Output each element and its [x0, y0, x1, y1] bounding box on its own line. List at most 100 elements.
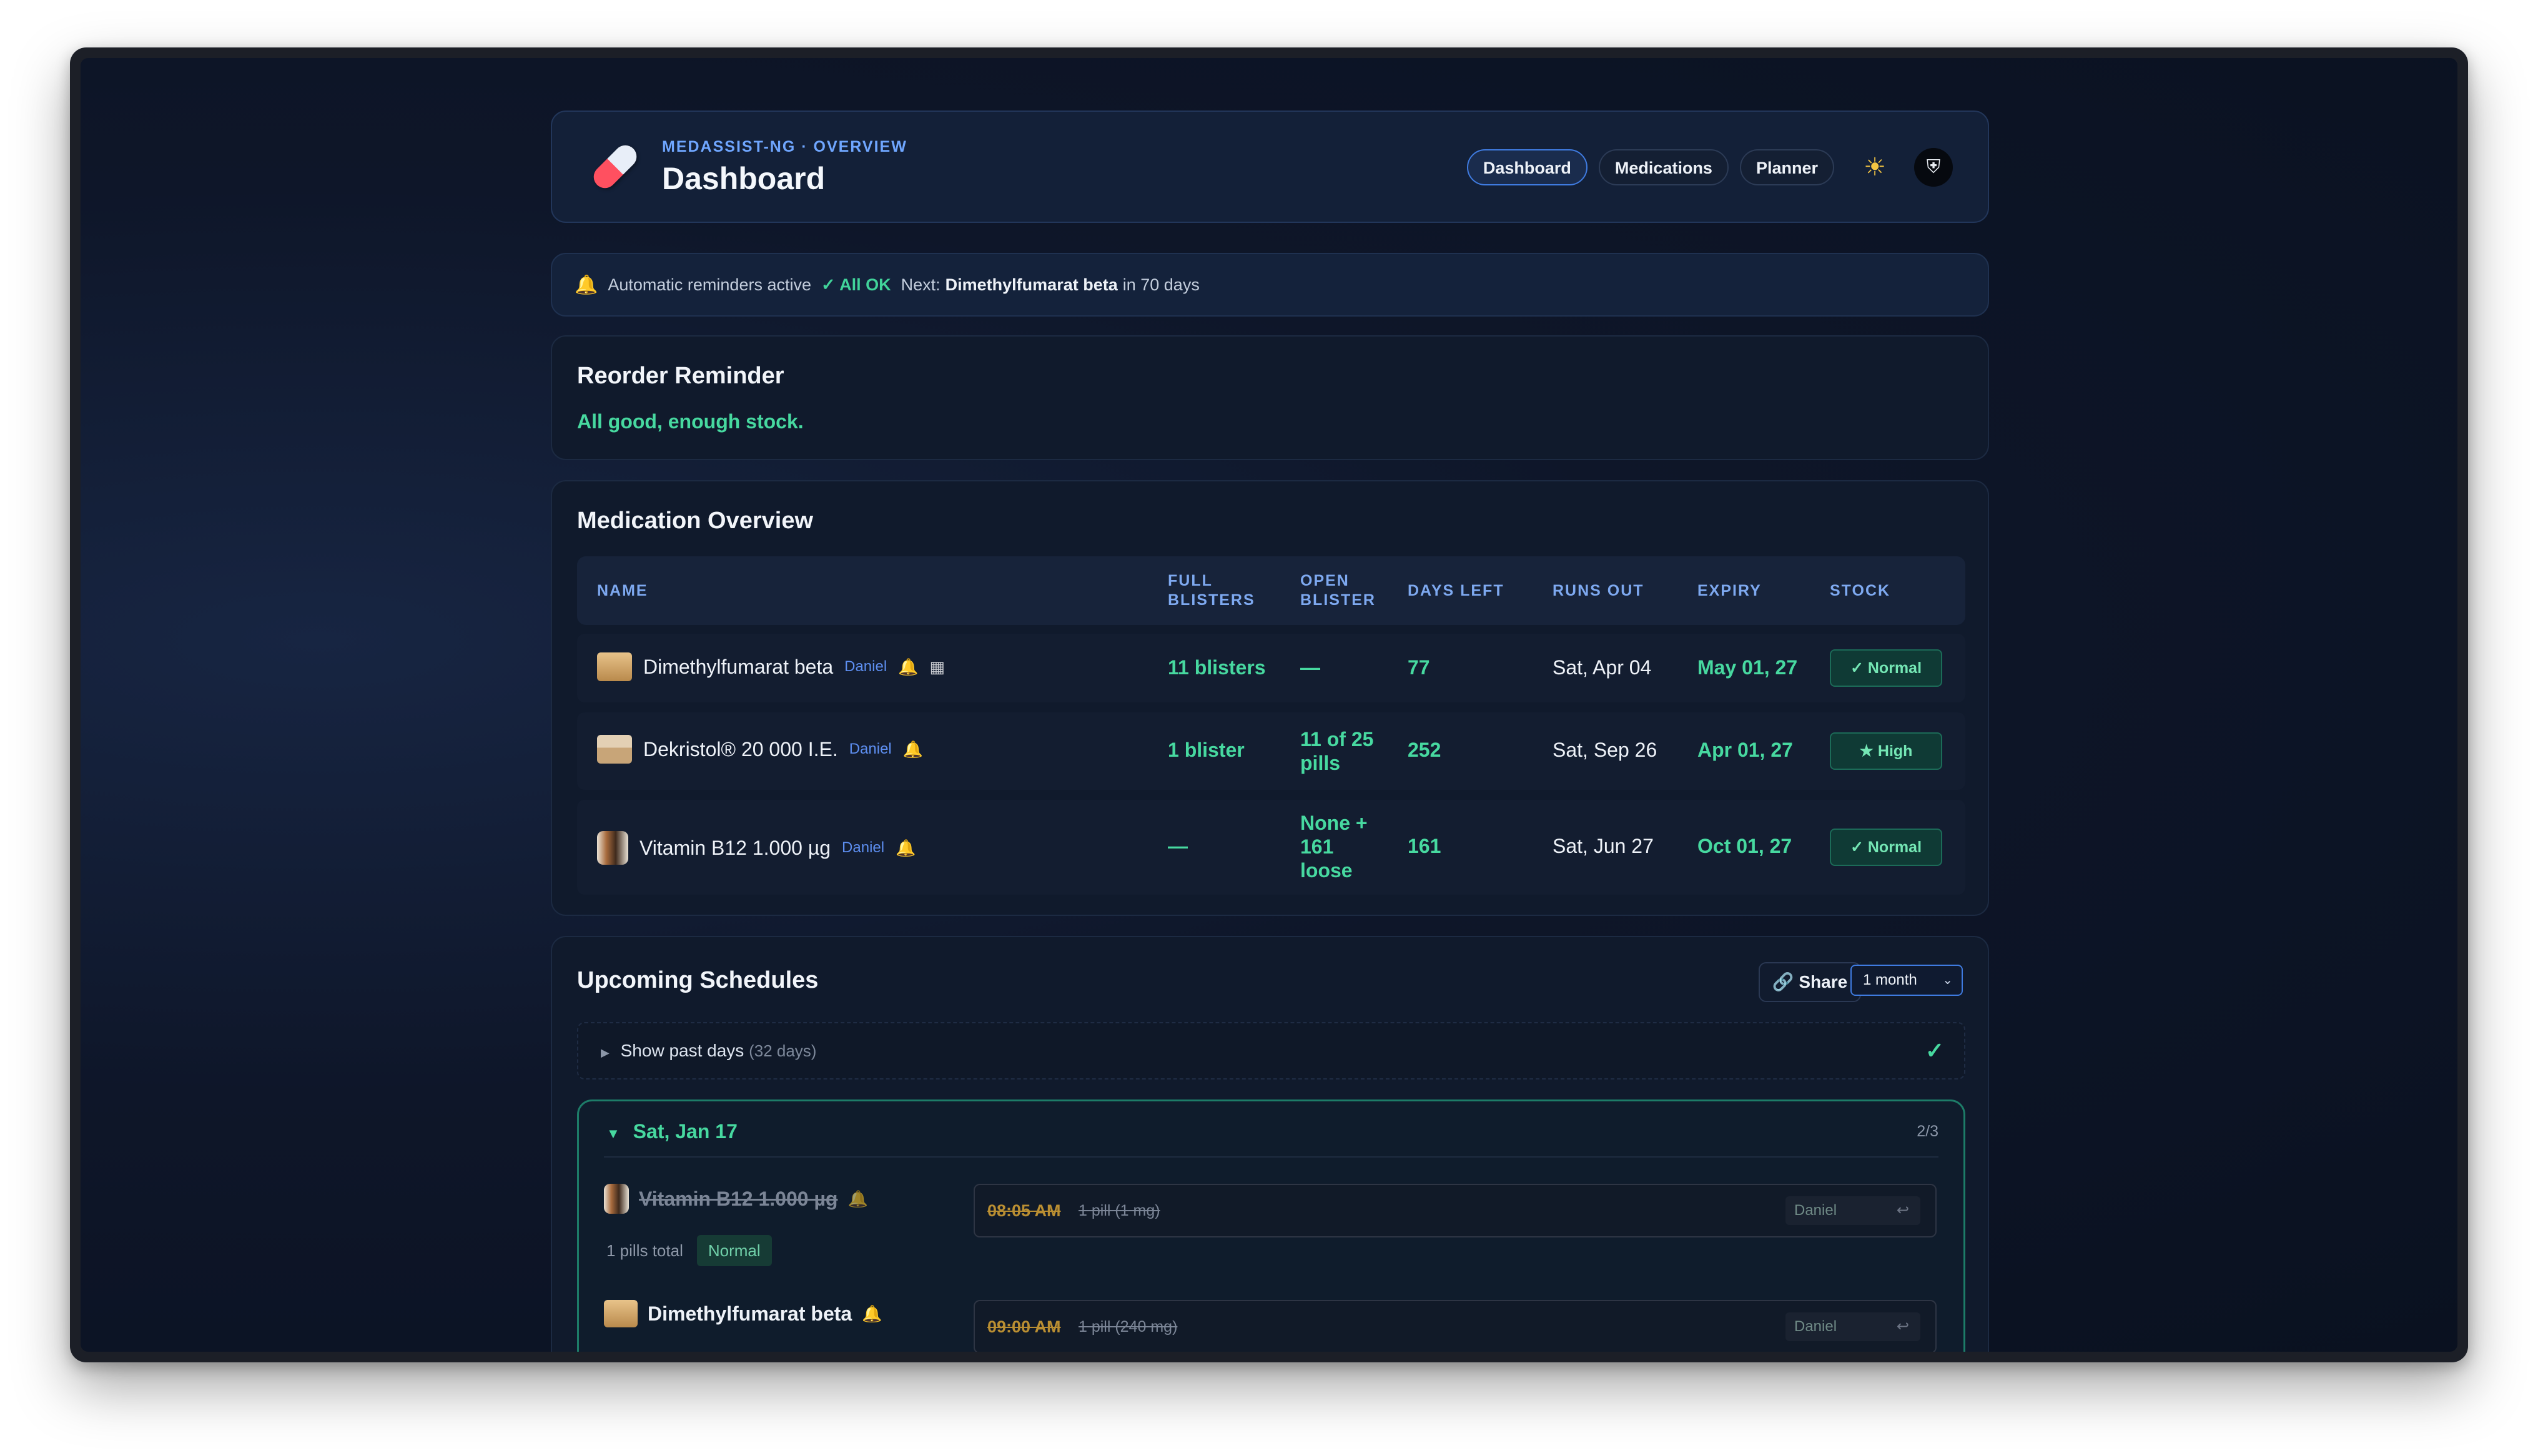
page-header: MEDASSIST-NG · OVERVIEW Dashboard Dashbo… [551, 111, 1989, 223]
divider [604, 1156, 1938, 1158]
dose-time: 08:05 AM [987, 1201, 1061, 1220]
med-name[interactable]: Vitamin B12 1.000 µg [639, 837, 831, 860]
next-when: in 70 days [1122, 275, 1200, 294]
stock-badge: ✓ Normal [1830, 829, 1942, 866]
bell-icon: 🔔 [902, 739, 924, 759]
col-days-left: DAYS LEFT [1408, 582, 1504, 599]
box-icon [597, 735, 632, 764]
show-past-days-toggle[interactable]: ▶ Show past days (32 days) ✓ [577, 1022, 1965, 1080]
med-name-cell: Dimethylfumarat beta Daniel 🔔 ▦ [597, 652, 945, 681]
share-label: Share [1799, 972, 1848, 991]
col-name: NAME [597, 582, 648, 599]
open-blister: 11 of 25 pills [1300, 728, 1374, 774]
range-select[interactable]: 1 month ⌄ [1850, 965, 1963, 996]
chevron-down-icon: ⌄ [1942, 973, 1953, 987]
bell-icon: 🔔 [575, 274, 598, 295]
page-title: Dashboard [662, 161, 826, 196]
pill-logo-icon [589, 140, 641, 193]
col-open-blister: OPEN BLISTER [1300, 572, 1376, 609]
undo-icon[interactable]: ↩ [1897, 1312, 1909, 1341]
col-runs-out: RUNS OUT [1553, 582, 1644, 599]
nav-medications-button[interactable]: Medications [1598, 149, 1729, 185]
day-progress: 2/3 [1917, 1123, 1938, 1140]
schedule-entry-name: Dimethylfumarat beta 🔔 [604, 1300, 882, 1327]
full-blisters: 11 blisters [1168, 656, 1266, 679]
entry-meta: 1 pills total Normal [606, 1235, 772, 1266]
dose-owner: Daniel [1794, 1202, 1837, 1219]
overview-title: Medication Overview [577, 508, 814, 534]
full-blisters: 1 blister [1168, 739, 1245, 761]
box-icon [604, 1300, 638, 1327]
next-label: Next: [901, 275, 941, 294]
undo-icon[interactable]: ↩ [1897, 1196, 1909, 1225]
bell-icon: 🔔 [898, 657, 919, 676]
med-name-cell: Dekristol® 20 000 I.E. Daniel 🔔 [597, 735, 923, 764]
caret-right-icon: ▶ [601, 1046, 610, 1059]
expiry: Apr 01, 27 [1697, 739, 1793, 761]
runs-out: Sat, Sep 26 [1553, 739, 1657, 761]
table-row[interactable]: Vitamin B12 1.000 µg Daniel 🔔 — None + 1… [577, 800, 1965, 895]
table-row[interactable]: Dimethylfumarat beta Daniel 🔔 ▦ 11 blist… [577, 634, 1965, 702]
link-icon: 🔗 [1772, 972, 1794, 991]
past-days-label: ▶ Show past days (32 days) [601, 1023, 816, 1078]
bell-icon: 🔔 [896, 838, 916, 857]
dose-time: 09:00 AM [987, 1317, 1061, 1336]
schedule-entry-name: Vitamin B12 1.000 µg 🔔 [604, 1184, 868, 1214]
stock-tag: Normal [696, 1235, 772, 1266]
dose-amount: 1 pill (1 mg) [1079, 1202, 1160, 1219]
bottle-icon [604, 1184, 629, 1214]
share-button[interactable]: 🔗 Share [1759, 962, 1861, 1002]
table-header: NAME FULL BLISTERS OPEN BLISTER DAYS LEF… [577, 556, 1965, 625]
dose-owner: Daniel [1794, 1318, 1837, 1335]
owner-tag: Daniel [842, 839, 885, 856]
stock-badge: ✓ Normal [1830, 649, 1942, 687]
med-name: Dimethylfumarat beta [648, 1302, 852, 1325]
open-blister: None + 161 loose [1300, 812, 1368, 882]
reorder-title: Reorder Reminder [577, 363, 784, 389]
app-window: MEDASSIST-NG · OVERVIEW Dashboard Dashbo… [70, 47, 2468, 1362]
med-name: Vitamin B12 1.000 µg [639, 1187, 838, 1210]
ok-status: ✓ All OK [821, 275, 891, 294]
caret-down-icon: ▼ [606, 1126, 620, 1141]
med-name[interactable]: Dekristol® 20 000 I.E. [643, 738, 838, 761]
full-blisters: — [1168, 835, 1188, 857]
col-expiry: EXPIRY [1697, 582, 1762, 599]
user-avatar-icon[interactable]: ⛨ [1914, 148, 1953, 187]
reorder-message: All good, enough stock. [577, 410, 804, 433]
owner-tag: Daniel [849, 740, 892, 757]
dose-amount: 1 pill (240 mg) [1079, 1318, 1178, 1335]
top-nav: Dashboard Medications Planner ☀ ⛨ [1466, 148, 1953, 187]
schedules-title: Upcoming Schedules [577, 967, 819, 993]
days-left: 77 [1408, 656, 1430, 679]
dose-slot[interactable]: 08:05 AM 1 pill (1 mg) Daniel ↩ [974, 1184, 1937, 1237]
dose-owner-chip: Daniel ↩ [1785, 1196, 1920, 1225]
med-name[interactable]: Dimethylfumarat beta [643, 656, 833, 679]
runs-out: Sat, Apr 04 [1553, 656, 1652, 679]
med-name-cell: Vitamin B12 1.000 µg Daniel 🔔 [597, 831, 916, 865]
past-label: Show past days [620, 1041, 744, 1060]
next-med-name: Dimethylfumarat beta [945, 275, 1118, 294]
table-row[interactable]: Dekristol® 20 000 I.E. Daniel 🔔 1 bliste… [577, 712, 1965, 790]
dose-owner-chip: Daniel ↩ [1785, 1312, 1920, 1341]
bottle-icon [597, 831, 628, 865]
reminder-banner: 🔔 Automatic reminders active ✓ All OK Ne… [551, 253, 1989, 317]
col-full-blisters: FULL BLISTERS [1168, 572, 1255, 609]
dose-slot[interactable]: 09:00 AM 1 pill (240 mg) Daniel ↩ [974, 1300, 1937, 1352]
range-value: 1 month [1863, 971, 1917, 988]
stock-badge: ★ High [1830, 732, 1942, 770]
nav-dashboard-button[interactable]: Dashboard [1466, 149, 1587, 185]
day-header[interactable]: ▼ Sat, Jan 17 [606, 1120, 738, 1143]
nav-planner-button[interactable]: Planner [1739, 149, 1834, 185]
days-left: 252 [1408, 739, 1441, 761]
theme-toggle-sun-icon[interactable]: ☀ [1857, 149, 1893, 185]
owner-tag: Daniel [844, 658, 887, 675]
checkmark-icon: ✓ [1925, 1038, 1944, 1063]
reorder-reminder-card: Reorder Reminder All good, enough stock. [551, 335, 1989, 460]
box-icon [597, 652, 632, 681]
open-blister: — [1300, 656, 1320, 679]
col-stock: STOCK [1830, 582, 1891, 599]
day-group: ▼ Sat, Jan 17 2/3 Vitamin B12 1.000 µg 🔔… [577, 1099, 1965, 1352]
expiry: May 01, 27 [1697, 656, 1798, 679]
upcoming-schedules-card: Upcoming Schedules 🔗 Share 1 month ⌄ ▶ S… [551, 936, 1989, 1352]
app-screen: MEDASSIST-NG · OVERVIEW Dashboard Dashbo… [81, 58, 2457, 1352]
